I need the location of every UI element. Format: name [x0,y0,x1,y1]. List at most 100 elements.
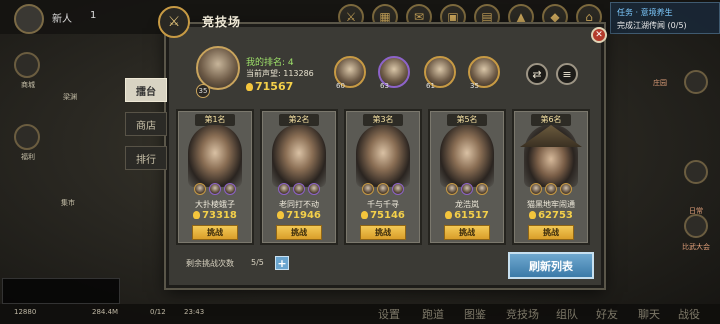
opponent-name: 千与千寻 [367,200,399,209]
swap-icon: ⇄ [532,67,542,81]
quest-title: 任务 · 意境养生 [617,8,673,17]
player-level: 1 [90,10,97,21]
opponent-card[interactable]: 第6名 猫黑地牢闹通 62753 挑战 [512,109,590,245]
close-icon: ✕ [595,30,603,40]
manor-icon[interactable] [684,70,708,94]
opponent-power-value: 62753 [538,210,573,221]
stat-value: 284.4M [92,308,119,316]
opponent-portrait [272,125,326,187]
my-power-value: 71567 [255,80,294,93]
opponent-power: 73318 [178,210,252,221]
opponent-card[interactable]: 第2名 老同打不动 71946 挑战 [260,109,338,245]
quest-tracker[interactable]: 任务 · 意境养生 完成江湖传闻 (0/5) [610,2,720,34]
opponent-team-avatar [278,183,290,195]
opponent-power-value: 75146 [370,210,405,221]
power-icon [277,211,285,219]
opponent-team-avatar [377,183,389,195]
nav-friends[interactable]: 好友 [596,306,618,322]
opponent-card[interactable]: 第5名 龙浩岚 61517 挑战 [428,109,506,245]
nav-settings[interactable]: 设置 [378,306,400,322]
challenge-button[interactable]: 挑战 [192,225,238,240]
my-rank: 我的排名: 4 [246,58,294,68]
daily-icon[interactable] [684,160,708,184]
add-attempts-button[interactable]: + [275,256,289,270]
challenge-button[interactable]: 挑战 [360,225,406,240]
opponent-team-avatar [446,183,458,195]
nav-gallery[interactable]: 图鉴 [464,306,486,322]
opponent-team-avatar [308,183,320,195]
team-member-level: 35 [470,82,479,90]
challenge-button[interactable]: 挑战 [528,225,574,240]
arena-badge-icon: ⚔ [158,6,190,38]
opponent-team-avatar [362,183,374,195]
welfare-icon[interactable] [14,124,40,150]
team-member-level: 61 [426,82,435,90]
shop-icon[interactable] [14,52,40,78]
hud-left-label: 集市 [61,199,75,207]
opponent-power-value: 61517 [454,210,489,221]
opponent-team-avatar [560,183,572,195]
remaining-label: 剩余挑战次数 [186,259,234,268]
record-button[interactable]: ≡ [556,63,578,85]
opponent-portrait [356,125,410,187]
opponent-name: 龙浩岚 [455,200,479,209]
opponent-team-avatar [476,183,488,195]
opponent-team-avatar [194,183,206,195]
stat-value: 23:43 [184,308,205,316]
my-prestige: 当前声望: 113286 [246,69,314,78]
opponent-power: 71946 [262,210,336,221]
quest-desc: 完成江湖传闻 (0/5) [617,21,687,30]
nav-team[interactable]: 组队 [556,306,578,322]
opponent-team-avatar [293,183,305,195]
record-icon: ≡ [562,67,572,81]
leisure-icon[interactable] [684,214,708,238]
power-icon [445,211,453,219]
hud-left-label: 商城 [21,81,35,89]
opponent-card[interactable]: 第1名 大扑棱蛾子 73318 挑战 [176,109,254,245]
close-button[interactable]: ✕ [591,27,607,43]
my-level: 35 [196,84,210,98]
opponent-team-avatar [461,183,473,195]
player-name: 新人 [52,14,72,25]
chat-box[interactable] [2,278,120,304]
stat-value: 0/12 [150,308,166,316]
opponent-power-value: 73318 [202,210,237,221]
power-icon [529,211,537,219]
power-icon [193,211,201,219]
player-avatar[interactable] [14,4,44,34]
hud-left-label: 福利 [21,153,35,161]
opponent-team-avatar [209,183,221,195]
opponent-name: 猫黑地牢闹通 [527,200,575,209]
opponent-portrait [188,125,242,187]
challenge-button[interactable]: 挑战 [444,225,490,240]
nav-arena[interactable]: 竞技场 [506,306,539,322]
opponent-power: 61517 [430,210,504,221]
hud-left-label: 梁渊 [63,93,77,101]
nav-battle[interactable]: 战役 [678,306,700,322]
tab-shop[interactable]: 商店 [125,112,167,136]
nav-chat[interactable]: 聊天 [638,306,660,322]
tab-arena[interactable]: 擂台 [125,78,167,102]
my-power: 71567 [246,80,293,93]
power-icon [246,83,253,91]
tab-ranking[interactable]: 排行 [125,146,167,170]
team-member-level: 60 [336,82,345,90]
opponent-portrait [440,125,494,187]
opponent-card[interactable]: 第3名 千与千寻 75146 挑战 [344,109,422,245]
hud-right-label: 庄园 [653,79,667,87]
team-member-level: 63 [380,82,389,90]
swap-button[interactable]: ⇄ [526,63,548,85]
opponent-team-avatar [545,183,557,195]
game-screen: 新人 1 ⚔ ▦ ✉ ▣ ▤ ▲ ◆ ⌂ 任务 · 意境养生 完成江湖传闻 (0… [0,0,720,324]
refresh-list-button[interactable]: 刷新列表 [508,252,594,279]
challenge-button[interactable]: 挑战 [276,225,322,240]
opponent-power-value: 71946 [286,210,321,221]
hud-right-label: 比武大会 [682,243,710,251]
opponent-team-avatar [530,183,542,195]
remaining-value: 5/5 [251,258,264,267]
power-icon [361,211,369,219]
opponent-power: 62753 [514,210,588,221]
nav-track[interactable]: 跑道 [422,306,444,322]
opponent-team-avatar [392,183,404,195]
opponent-team-avatar [224,183,236,195]
